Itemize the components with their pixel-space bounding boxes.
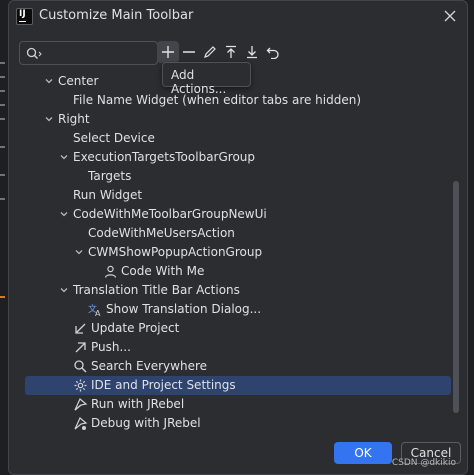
- tree-row-label: ExecutionTargetsToolbarGroup: [73, 150, 256, 164]
- translate-icon: 文A: [88, 303, 101, 317]
- chevron-down-icon[interactable]: [58, 208, 70, 220]
- arrow-down-left-icon: [75, 323, 86, 334]
- remove-button[interactable]: [178, 41, 200, 63]
- close-icon: [444, 10, 456, 22]
- edit-icon-button[interactable]: [199, 41, 221, 63]
- jrebel-debug-icon: [74, 417, 88, 430]
- person-icon: [104, 265, 117, 278]
- tree-row[interactable]: IDE and Project Settings: [25, 376, 451, 395]
- tree-row-label: IDE and Project Settings: [91, 378, 236, 392]
- tree-row[interactable]: Update Project: [25, 319, 451, 338]
- jrebel-run-icon: [74, 398, 88, 411]
- tree-row[interactable]: CodeWithMeUsersAction: [25, 224, 451, 243]
- tree-row-label: Debug with JRebel: [91, 416, 201, 430]
- minus-icon: [183, 51, 195, 53]
- tree-row[interactable]: Push...: [25, 338, 451, 357]
- ok-button[interactable]: OK: [334, 442, 392, 464]
- add-actions-popup[interactable]: Add Actions...: [162, 62, 251, 96]
- tree-row[interactable]: ExecutionTargetsToolbarGroup: [25, 148, 451, 167]
- chevron-down-icon[interactable]: [58, 151, 70, 163]
- dialog-title: Customize Main Toolbar: [39, 8, 194, 23]
- tree-row-label: Show Translation Dialog...: [106, 302, 262, 316]
- plus-icon: [162, 46, 174, 58]
- search-icon: [74, 360, 87, 373]
- tree-row-label: Run Widget: [73, 188, 143, 202]
- tree-row[interactable]: Debug with JRebel: [25, 414, 451, 433]
- actions-tree: Center File Name Widget (when editor tabs…: [9, 72, 455, 436]
- dialog-titlebar: IJ Customize Main Toolbar: [9, 1, 467, 33]
- gear-icon: [74, 379, 87, 392]
- tree-row[interactable]: Run with JRebel: [25, 395, 451, 414]
- undo-icon: [266, 47, 279, 59]
- add-button[interactable]: [157, 41, 179, 63]
- search-input[interactable]: [48, 44, 153, 62]
- tree-row-label: Push...: [91, 340, 131, 354]
- tree-row[interactable]: Targets: [25, 167, 451, 186]
- tree-row[interactable]: Right: [25, 110, 451, 129]
- tree-row-label: Right: [58, 112, 90, 126]
- tree-row[interactable]: 文 A Show Translation Dialog...: [25, 300, 451, 319]
- background-editor-strip-right: [468, 0, 474, 475]
- search-icon: [26, 47, 42, 59]
- move-up-button[interactable]: [220, 41, 242, 63]
- tree-row-label: Update Project: [91, 321, 180, 335]
- watermark: CSDN @dkikio: [391, 458, 456, 468]
- chevron-down-icon[interactable]: [43, 75, 55, 87]
- chevron-down-icon[interactable]: [43, 113, 55, 125]
- tree-scrollbar[interactable]: [453, 181, 459, 413]
- chevron-down-icon[interactable]: [73, 246, 85, 258]
- tree-row-label: CodeWithMeUsersAction: [88, 226, 235, 240]
- tree-row-label: Targets: [88, 169, 132, 183]
- add-actions-label: Add Actions...: [171, 68, 227, 96]
- chevron-down-icon[interactable]: [58, 284, 70, 296]
- tree-row-label: Run with JRebel: [91, 397, 185, 411]
- intellij-logo-icon: IJ: [16, 8, 33, 25]
- tree-row-label: CodeWithMeToolbarGroupNewUi: [73, 207, 267, 221]
- arrow-up-right-icon: [75, 342, 86, 353]
- background-editor-strip: [0, 0, 8, 475]
- move-down-button[interactable]: [241, 41, 263, 63]
- customize-toolbar-dialog: IJ Customize Main Toolbar Add Actions...…: [8, 0, 468, 475]
- tree-row-label: CWMShowPopupActionGroup: [88, 245, 263, 259]
- close-button[interactable]: [441, 7, 459, 25]
- tree-row-label: Search Everywhere: [91, 359, 207, 373]
- tree-row[interactable]: CWMShowPopupActionGroup: [25, 243, 451, 262]
- tree-row-label: Translation Title Bar Actions: [73, 283, 240, 297]
- pencil-icon: [204, 46, 216, 58]
- tree-row-label: Select Device: [73, 131, 155, 145]
- tree-row[interactable]: Select Device: [25, 129, 451, 148]
- tree-row-label: Code With Me: [121, 264, 205, 278]
- tree-row[interactable]: Code With Me: [25, 262, 451, 281]
- search-field[interactable]: [19, 41, 158, 65]
- tree-row[interactable]: Translation Title Bar Actions: [25, 281, 451, 300]
- tree-row-label: Center: [58, 74, 99, 88]
- restore-button[interactable]: [262, 41, 284, 63]
- tree-row[interactable]: CodeWithMeToolbarGroupNewUi: [25, 205, 451, 224]
- move-up-icon: [226, 45, 236, 58]
- move-down-icon: [247, 46, 257, 59]
- tree-row[interactable]: Run Widget: [25, 186, 451, 205]
- svg-text:A: A: [95, 309, 101, 317]
- tree-row[interactable]: Search Everywhere: [25, 357, 451, 376]
